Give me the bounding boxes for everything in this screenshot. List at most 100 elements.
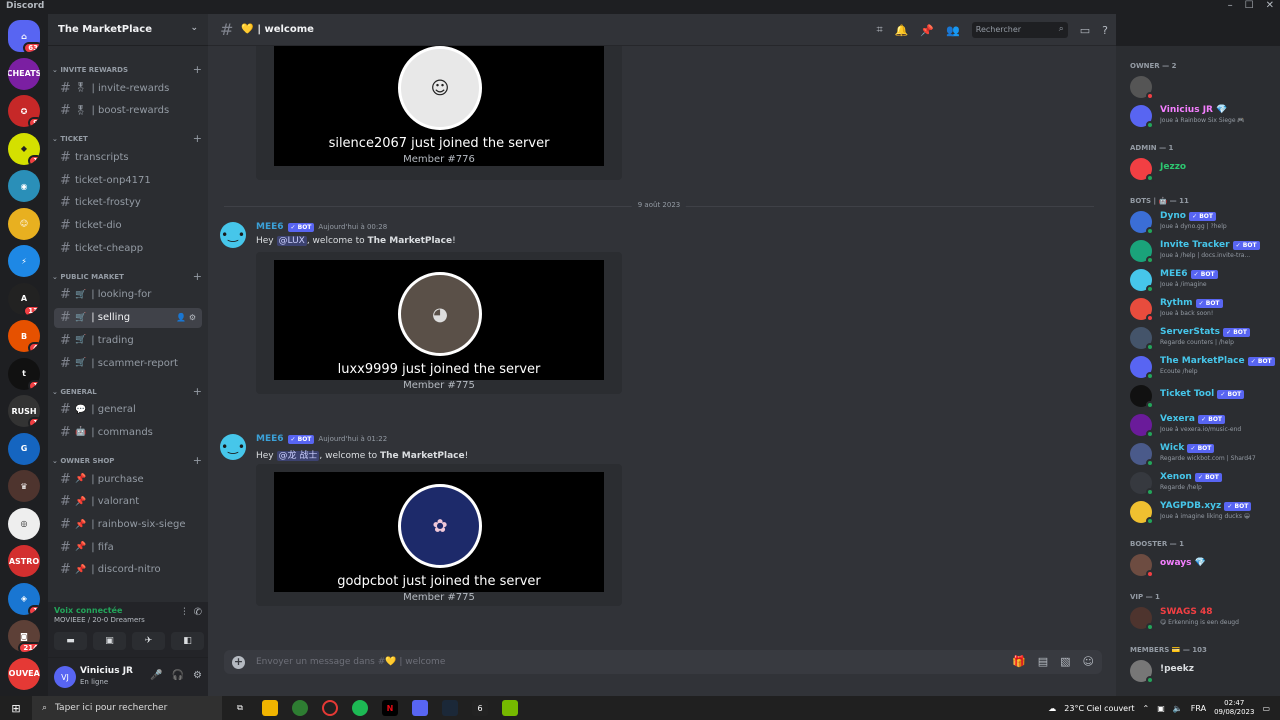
opera-icon[interactable]	[322, 700, 338, 716]
channel-item[interactable]: # 📌 | valorant	[54, 492, 202, 512]
server-icon[interactable]: ◈ 1	[8, 582, 40, 615]
server-icon[interactable]: ⌂ 63	[8, 20, 40, 52]
netflix-icon[interactable]: N	[382, 700, 398, 716]
message-input[interactable]: Envoyer un message dans #💛 | welcome	[224, 650, 1102, 674]
member-item[interactable]: Xenon ✓ BOT Regarde /help	[1130, 470, 1276, 496]
gif-icon[interactable]: ▤	[1038, 655, 1048, 668]
member-item[interactable]: Wick ✓ BOT Regarde wickbot.com | Shard47	[1130, 441, 1276, 467]
server-icon[interactable]: G	[8, 432, 40, 465]
rainbow-six-icon[interactable]: 6	[472, 700, 488, 716]
disconnect-icon[interactable]: ✆	[194, 607, 202, 618]
settings-gear-icon[interactable]: ⚙	[189, 313, 196, 322]
network-icon[interactable]: ▣	[1157, 704, 1165, 713]
member-item[interactable]: Ticket Tool ✓ BOT	[1130, 383, 1276, 409]
server-icon[interactable]: ASTRO	[8, 545, 40, 577]
members-icon[interactable]: 👥	[946, 24, 960, 37]
server-icon[interactable]: ♛	[8, 470, 40, 502]
channel-item[interactable]: # 📌 | purchase	[54, 469, 202, 489]
member-item[interactable]: Jezzo	[1130, 156, 1276, 182]
settings-gear-icon[interactable]: ⚙	[193, 670, 202, 681]
chrome-icon[interactable]	[292, 700, 308, 716]
tray-chevron-icon[interactable]: ⌃	[1143, 704, 1150, 713]
avatar[interactable]: VJ	[54, 666, 76, 688]
channel-item[interactable]: # ticket-dio	[54, 216, 202, 236]
channel-item[interactable]: # 🛒 | selling 👤 ⚙	[54, 307, 202, 328]
add-channel-icon[interactable]: +	[193, 385, 202, 398]
channel-item[interactable]: # 🎖 | invite-rewards	[54, 78, 202, 98]
inbox-icon[interactable]: ▭	[1080, 24, 1090, 37]
noise-suppression-icon[interactable]: ⫶	[183, 607, 186, 618]
invite-icon[interactable]: 👤	[176, 313, 189, 322]
server-icon[interactable]: NOUVEAU	[8, 657, 40, 690]
volume-icon[interactable]: 🔈	[1173, 704, 1183, 713]
taskbar-search-input[interactable]: ⌕ Taper ici pour rechercher	[32, 696, 222, 720]
emoji-icon[interactable]: ☺	[1083, 655, 1094, 668]
member-item[interactable]: oways 💎	[1130, 552, 1276, 578]
windows-start-icon[interactable]: ⊞	[0, 702, 32, 715]
member-item[interactable]: !peekz	[1130, 658, 1276, 684]
spotify-icon[interactable]	[352, 700, 368, 716]
add-channel-icon[interactable]: +	[193, 63, 202, 76]
weather-text[interactable]: 23°C Ciel couvert	[1064, 704, 1134, 713]
server-icon[interactable]: ☺	[8, 207, 40, 240]
server-icon[interactable]: A 13	[8, 282, 40, 315]
minimize-icon[interactable]: –	[1228, 0, 1233, 11]
discord-taskbar-icon[interactable]	[412, 700, 428, 716]
camera-button[interactable]: ▬	[54, 632, 87, 650]
server-icon[interactable]: ◉	[8, 170, 40, 202]
search-input[interactable]: Rechercher ⌕	[971, 22, 1068, 38]
server-icon[interactable]: ⚡	[8, 245, 40, 277]
server-icon[interactable]: ◙ 214	[8, 620, 40, 652]
channel-item[interactable]: # 💬 | general	[54, 400, 202, 420]
channel-item[interactable]: # transcripts	[54, 147, 202, 167]
notifications-icon[interactable]: ▭	[1262, 704, 1270, 713]
channel-item[interactable]: # ticket-frostyy	[54, 193, 202, 213]
member-item[interactable]: Rythm ✓ BOT Joue à back soon!	[1130, 296, 1276, 322]
channel-category[interactable]: ⌄ PUBLIC MARKET +	[52, 270, 202, 286]
voice-location[interactable]: MOVIEEE / 20-0 Dreamers	[54, 616, 145, 624]
user-mention[interactable]: @LUX	[276, 236, 307, 246]
add-channel-icon[interactable]: +	[193, 454, 202, 467]
member-item[interactable]: Dyno ✓ BOT Joue à dyno.gg | ?help	[1130, 209, 1276, 235]
channel-item[interactable]: # 🎖 | boost-rewards	[54, 101, 202, 121]
member-item[interactable]: YAGPDB.xyz ✓ BOT Joue à imagine liking du…	[1130, 499, 1276, 525]
channel-item[interactable]: # 📌 | discord-nitro	[54, 560, 202, 580]
steam-icon[interactable]	[442, 700, 458, 716]
server-header[interactable]: The MarketPlace ⌄	[48, 14, 208, 46]
member-item[interactable]: SWAGS 48 😋 Erkenning is een deugd	[1130, 605, 1276, 631]
avatar[interactable]: •‿•	[220, 222, 246, 248]
activity-button[interactable]: ✈	[132, 632, 165, 650]
author-name[interactable]: MEE6	[256, 222, 284, 232]
channel-item[interactable]: # 📌 | fifa	[54, 537, 202, 557]
server-icon[interactable]: ◆ 1	[8, 132, 40, 165]
language-indicator[interactable]: FRA	[1191, 704, 1206, 713]
member-item[interactable]: MEE6 ✓ BOT Joue à /imagine	[1130, 267, 1276, 293]
bell-icon[interactable]: 🔔	[895, 24, 909, 37]
screenshare-button[interactable]: ▣	[93, 632, 126, 650]
maximize-icon[interactable]: ☐	[1245, 0, 1254, 11]
close-icon[interactable]: ✕	[1266, 0, 1274, 11]
headphones-icon[interactable]: 🎧	[172, 670, 184, 681]
user-mention[interactable]: @龙 战士	[276, 451, 320, 461]
server-icon[interactable]: CHEATS	[8, 57, 40, 90]
channel-item[interactable]: # ticket-onp4171	[54, 170, 202, 190]
soundboard-button[interactable]: ◧	[171, 632, 204, 650]
member-item[interactable]: Vinicius JR 💎 Joue à Rainbow Six Siege 🎮	[1130, 103, 1276, 129]
pin-icon[interactable]: 📌	[920, 24, 934, 37]
channel-category[interactable]: ⌄ GENERAL +	[52, 385, 202, 401]
add-channel-icon[interactable]: +	[193, 132, 202, 145]
server-icon[interactable]: t1	[8, 357, 40, 390]
chevron-down-icon[interactable]: ⌄	[190, 23, 198, 33]
avatar[interactable]: •‿•	[220, 434, 246, 460]
server-icon[interactable]: ✪ 9	[8, 95, 40, 127]
channel-item[interactable]: # 🛒 | looking-for	[54, 285, 202, 305]
server-icon[interactable]: B4	[8, 320, 40, 352]
member-item[interactable]: Vexera ✓ BOT Joue à vexera.io/music-end	[1130, 412, 1276, 438]
author-name[interactable]: MEE6	[256, 434, 284, 444]
member-item[interactable]: The MarketPlace ✓ BOT Écoute /help	[1130, 354, 1276, 380]
channel-item[interactable]: # 🛒 | trading	[54, 330, 202, 350]
server-icon[interactable]: RUSH 1	[8, 395, 40, 427]
nvidia-icon[interactable]	[502, 700, 518, 716]
server-icon[interactable]: ◎	[8, 507, 40, 540]
channel-item[interactable]: # 🛒 | scammer-report	[54, 353, 202, 373]
